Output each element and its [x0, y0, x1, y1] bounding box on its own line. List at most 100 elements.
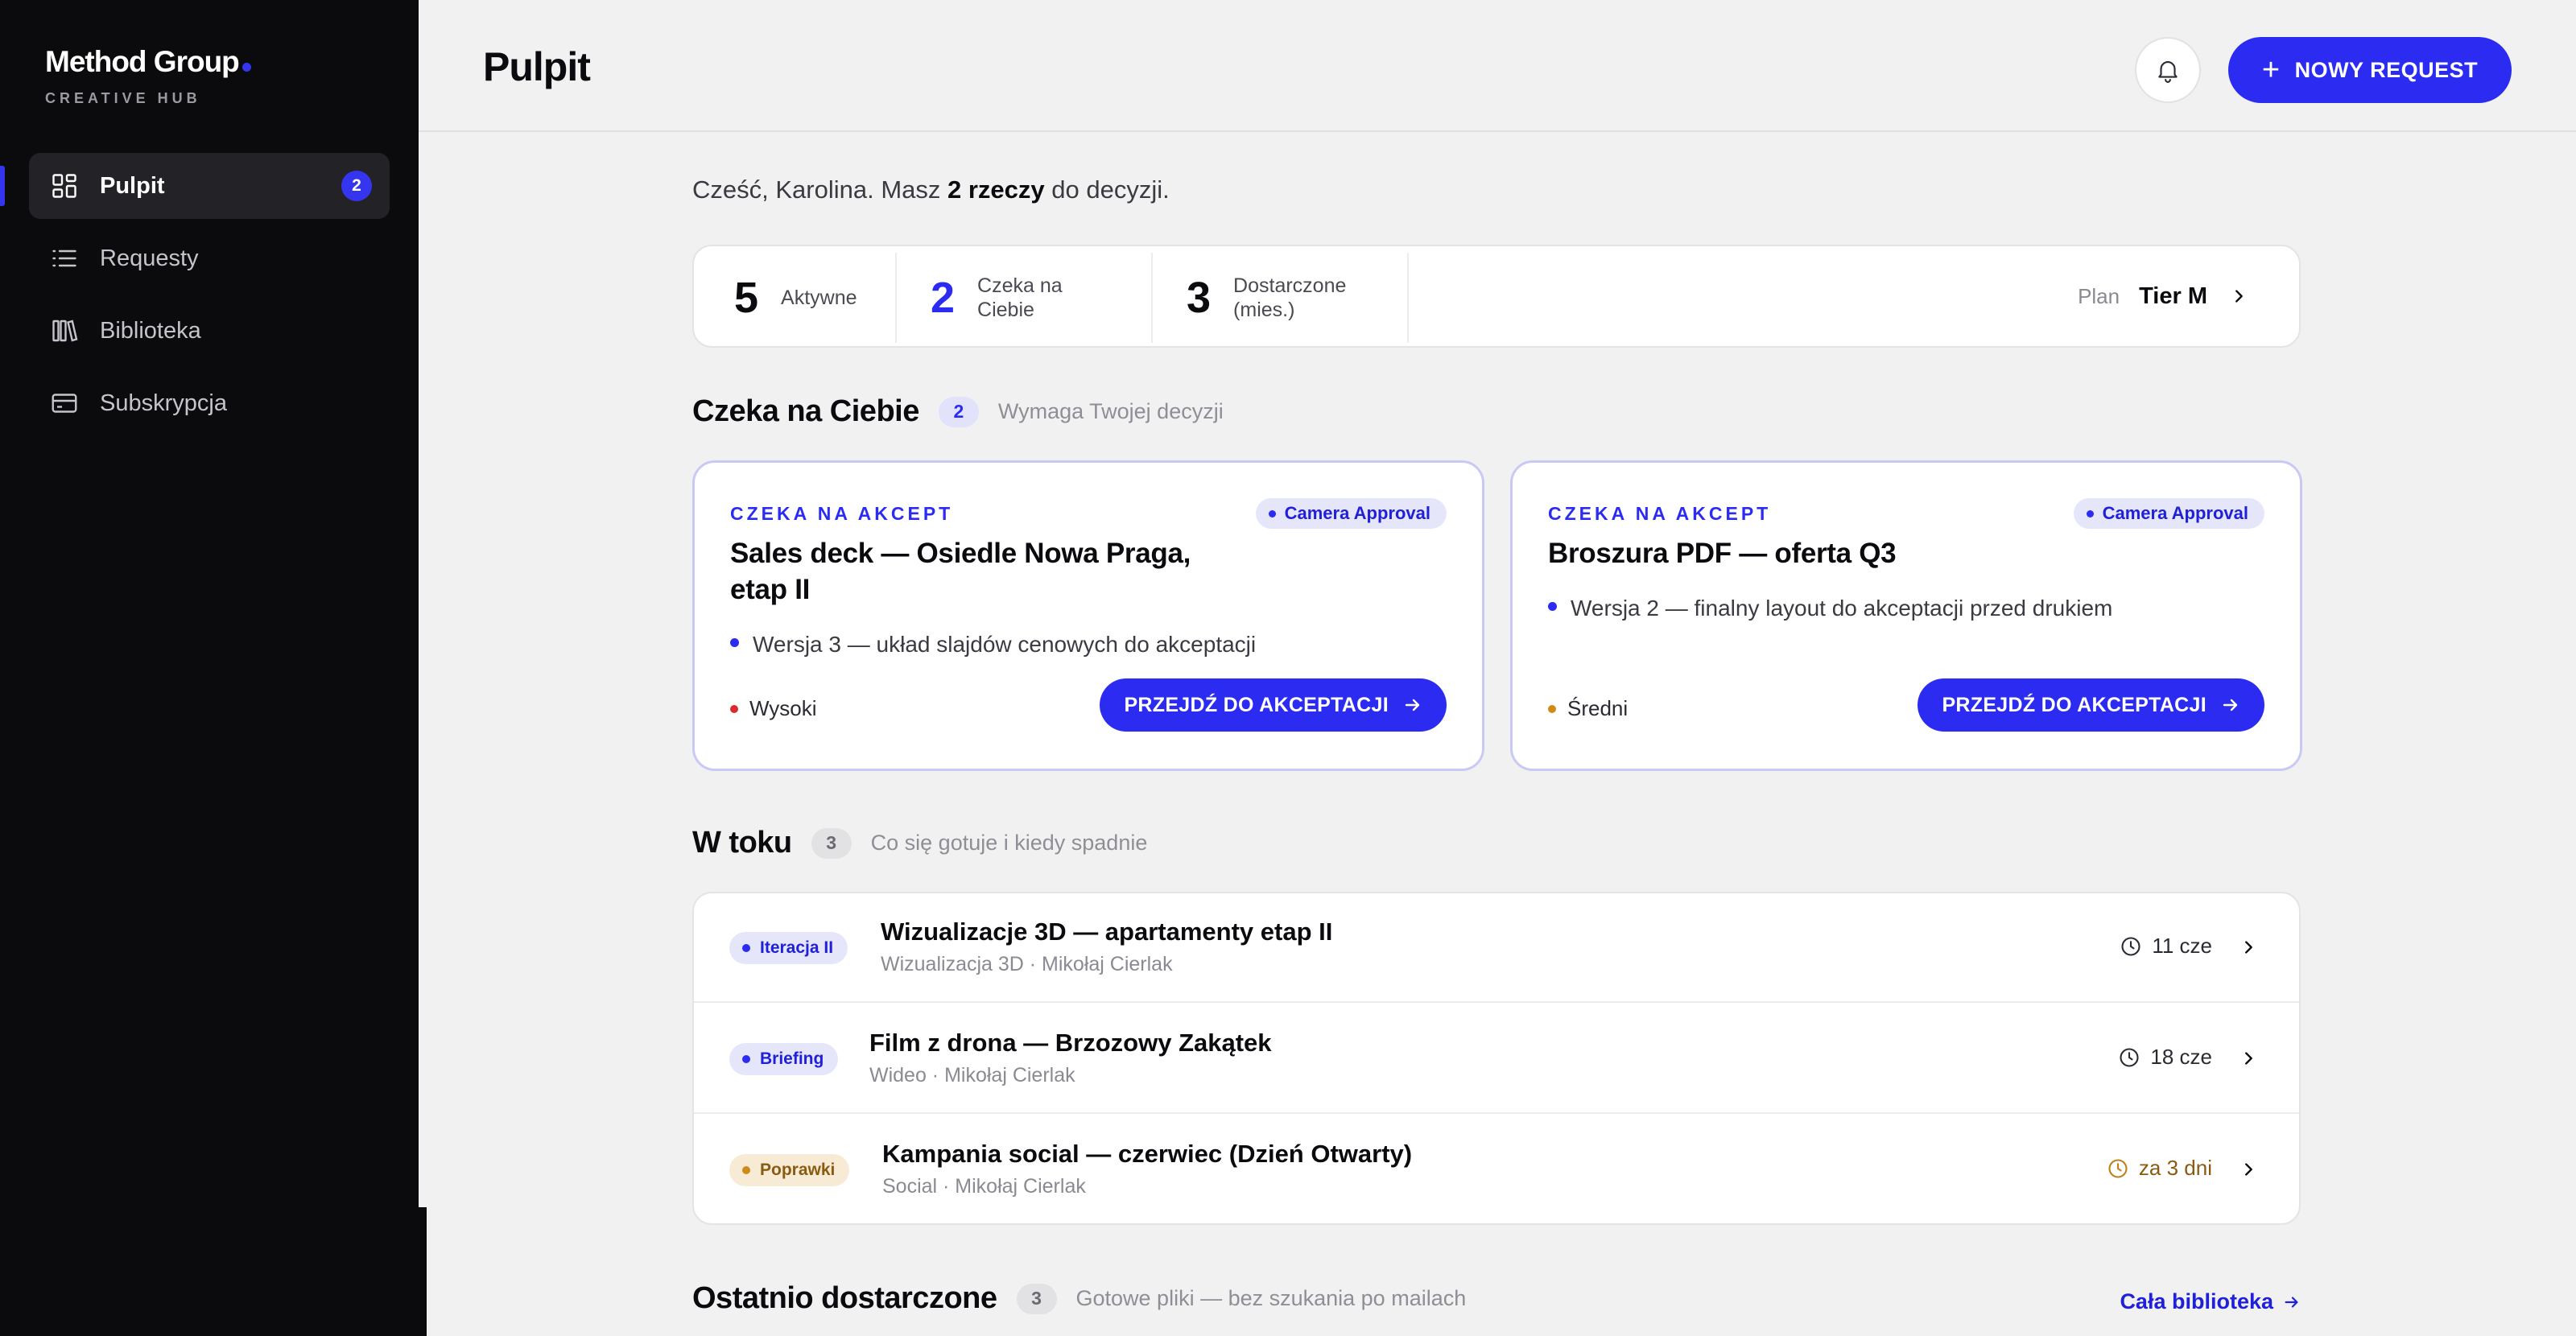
section-header-delivered: Ostatnio dostarczone 3 Gotowe pliki — be…	[692, 1281, 1466, 1316]
section-count: 3	[1016, 1283, 1057, 1314]
sidebar: Method Group CREATIVE HUB Pulpit 2 Reque…	[0, 0, 419, 1336]
section-subtitle: Co się gotuje i kiedy spadnie	[870, 831, 1148, 855]
due-date-label: 18 cze	[2150, 1045, 2212, 1069]
list-item[interactable]: Iteracja II Wizualizacje 3D — apartament…	[694, 893, 2299, 1003]
greeting-suffix: do decyzji.	[1044, 175, 1170, 204]
stat-divider	[1151, 253, 1153, 343]
card-kicker: CZEKA NA AKCEPT	[730, 503, 954, 524]
row-meta: Wideo · Mikołaj Cierlak	[869, 1064, 1075, 1087]
list-icon	[50, 244, 79, 273]
plus-icon: +	[2261, 53, 2281, 87]
stat-value: 3	[1187, 274, 1212, 322]
brand-name: Method Group	[45, 45, 240, 78]
status-badge: Iteracja II	[729, 932, 848, 964]
bell-icon	[2158, 61, 2178, 83]
list-item[interactable]: Poprawki Kampania social — czerwiec (Dzi…	[694, 1115, 2299, 1223]
row-meta: Wizualizacja 3D · Mikołaj Cierlak	[881, 953, 1173, 975]
brand-dot	[242, 63, 251, 72]
stat-value: 2	[931, 274, 956, 322]
sidebar-item-biblioteka[interactable]: Biblioteka	[29, 298, 390, 364]
arrow-right-icon	[2223, 699, 2238, 711]
approval-card[interactable]: CZEKA NA AKCEPT Camera Approval Broszura…	[1510, 460, 2302, 771]
sidebar-item-label: Requesty	[100, 245, 199, 271]
card-priority: Średni	[1548, 696, 1628, 721]
stat-label: Czeka na Ciebie	[977, 274, 1063, 321]
sidebar-badge: 2	[341, 171, 372, 201]
arrow-right-icon	[2285, 1296, 2298, 1308]
due-date: 11 cze	[2120, 934, 2212, 959]
page-title: Pulpit	[483, 44, 591, 89]
section-header-in-progress: W toku 3 Co się gotuje i kiedy spadnie	[692, 826, 1147, 860]
row-title: Film z drona — Brzozowy Zakątek	[869, 1029, 1272, 1057]
new-request-button[interactable]: + NOWY REQUEST	[2228, 37, 2512, 103]
library-link[interactable]: Cała biblioteka	[2120, 1289, 2301, 1314]
brand-logo[interactable]: Method Group CREATIVE HUB	[45, 45, 251, 107]
clock-icon	[2108, 1158, 2128, 1178]
card-kicker: CZEKA NA AKCEPT	[1548, 503, 1772, 524]
clock-icon	[2120, 1047, 2139, 1067]
section-count: 3	[811, 827, 852, 859]
due-date-label: 11 cze	[2152, 934, 2212, 958]
greeting: Cześć, Karolina. Masz 2 rzeczy do decyzj…	[692, 175, 1170, 204]
section-title: Ostatnio dostarczone	[692, 1281, 997, 1315]
card-note: Wersja 3 — układ slajdów cenowych do akc…	[730, 632, 1256, 658]
approve-button-label: PRZEJDŹ DO AKCEPTACJI	[1942, 693, 2207, 716]
section-count: 2	[938, 396, 979, 427]
sidebar-item-subskrypcja[interactable]: Subskrypcja	[29, 370, 390, 436]
plan-value: Tier M	[2139, 282, 2207, 309]
sidebar-nav: Pulpit 2 Requesty Biblioteka Subskrypcja	[0, 153, 390, 443]
greeting-highlight: 2 rzeczy	[947, 175, 1045, 204]
stat-delivered: 3 Dostarczone (mies.)	[1187, 253, 1347, 343]
greeting-prefix: Cześć, Karolina. Masz	[692, 175, 947, 204]
card-title: Sales deck — Osiedle Nowa Praga, etap II	[730, 538, 1191, 605]
sidebar-item-requesty[interactable]: Requesty	[29, 225, 390, 291]
stat-active: 5 Aktywne	[734, 253, 886, 343]
due-date: za 3 dni	[2107, 1156, 2212, 1181]
stat-waiting: 2 Czeka na Ciebie	[931, 253, 1082, 343]
section-title: W toku	[692, 826, 792, 860]
stat-label: Dostarczone (mies.)	[1233, 274, 1347, 321]
chevron-right-icon	[2245, 1052, 2252, 1065]
plan-label: Plan	[2078, 283, 2120, 308]
status-badge: Poprawki	[729, 1154, 850, 1186]
card-tag: Camera Approval	[2073, 498, 2264, 529]
sidebar-item-label: Biblioteka	[100, 317, 201, 344]
section-header-waiting: Czeka na Ciebie 2 Wymaga Twojej decyzji	[692, 394, 1224, 429]
row-title: Wizualizacje 3D — apartamenty etap II	[881, 917, 1333, 946]
notifications-button[interactable]	[2135, 37, 2201, 103]
approve-button[interactable]: PRZEJDŹ DO AKCEPTACJI	[1100, 678, 1447, 732]
card-tag: Camera Approval	[1255, 498, 1447, 529]
sidebar-item-label: Subskrypcja	[100, 390, 227, 416]
in-progress-list: Iteracja II Wizualizacje 3D — apartament…	[692, 892, 2301, 1225]
library-link-label: Cała biblioteka	[2120, 1289, 2273, 1313]
list-item[interactable]: Briefing Film z drona — Brzozowy Zakątek…	[694, 1004, 2299, 1114]
row-meta: Social · Mikołaj Cierlak	[882, 1175, 1086, 1198]
sidebar-extension	[0, 1207, 427, 1336]
chevron-right-icon	[2235, 290, 2243, 303]
top-header: Pulpit + NOWY REQUEST	[419, 0, 2576, 132]
plan-link[interactable]: Plan Tier M	[2078, 246, 2248, 346]
approve-button-label: PRZEJDŹ DO AKCEPTACJI	[1124, 693, 1389, 716]
stat-divider	[1407, 253, 1409, 343]
due-date: 18 cze	[2118, 1045, 2212, 1070]
brand-subtitle: CREATIVE HUB	[45, 90, 201, 106]
arrow-right-icon	[1405, 699, 1420, 711]
card-icon	[50, 389, 79, 418]
sidebar-item-label: Pulpit	[100, 172, 165, 199]
approve-button[interactable]: PRZEJDŹ DO AKCEPTACJI	[1918, 678, 2264, 732]
section-subtitle: Wymaga Twojej decyzji	[997, 399, 1224, 423]
due-date-label: za 3 dni	[2138, 1156, 2212, 1180]
card-title: Broszura PDF — oferta Q3	[1548, 538, 1897, 569]
section-subtitle: Gotowe pliki — bez szukania po mailach	[1075, 1286, 1467, 1310]
dashboard-icon	[50, 171, 79, 200]
sidebar-item-pulpit[interactable]: Pulpit 2	[0, 153, 390, 219]
stat-value: 5	[734, 274, 759, 322]
approval-cards: CZEKA NA AKCEPT Camera Approval Sales de…	[692, 460, 2302, 771]
chevron-right-icon	[2245, 941, 2252, 954]
approval-card[interactable]: CZEKA NA AKCEPT Camera Approval Sales de…	[692, 460, 1484, 771]
chevron-right-icon	[2245, 1163, 2252, 1176]
clock-icon	[2121, 936, 2140, 956]
stats-bar: 5 Aktywne 2 Czeka na Ciebie 3 Dostarczon…	[692, 245, 2301, 348]
card-priority: Wysoki	[730, 696, 817, 721]
stat-divider	[895, 253, 897, 343]
